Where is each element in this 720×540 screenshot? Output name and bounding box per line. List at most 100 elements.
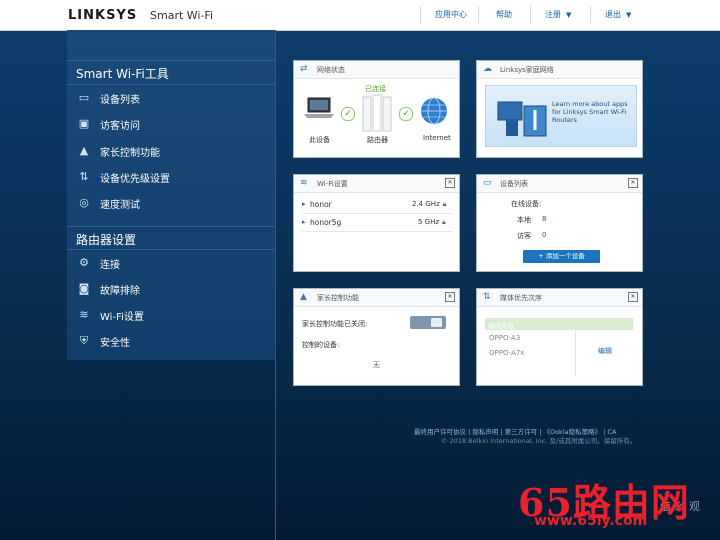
wifi-icon: ≋ bbox=[300, 178, 308, 188]
apps-illustration-icon bbox=[497, 101, 547, 137]
wifi-network-row[interactable]: ▸ honor5g 5 GHz 🔒︎ bbox=[302, 215, 452, 232]
header-divider bbox=[478, 6, 479, 24]
cloud-icon: ☁ bbox=[483, 64, 492, 74]
online-devices-label: 在线设备: bbox=[511, 200, 542, 208]
nav-register-label: 注册 bbox=[545, 10, 561, 19]
sidebar-item-parental-controls[interactable]: ▲ 家长控制功能 bbox=[67, 139, 275, 163]
media-priority-widget[interactable]: ⇅ 媒体优先次序 ✕ 高优先级 OPPO-A3 OPPO-A7x 编辑 bbox=[476, 288, 643, 386]
wifi-settings-widget[interactable]: ≋ Wi-Fi设置 ✕ ▸ honor 2.4 GHz 🔒︎ ▸ honor5g … bbox=[293, 174, 460, 272]
add-device-button[interactable]: + 添加一个设备 bbox=[523, 250, 600, 263]
local-count[interactable]: 8 bbox=[542, 215, 546, 223]
sidebar-item-security[interactable]: ⛨ 安全性 bbox=[67, 329, 275, 353]
no-devices-text: 无 bbox=[373, 361, 380, 369]
check-icon: ✓ bbox=[399, 107, 413, 121]
sidebar-item-label: 家长控制功能 bbox=[100, 148, 160, 159]
connection-icon: ⚙ bbox=[79, 256, 89, 269]
widget-title: Linksys家庭网络 bbox=[500, 66, 554, 74]
sidebar-item-troubleshooting[interactable]: ◙ 故障排除 bbox=[67, 277, 275, 301]
wifi-network-row[interactable]: ▸ honor 2.4 GHz 🔒︎ bbox=[302, 197, 452, 214]
check-icon: ✓ bbox=[341, 107, 355, 121]
close-icon[interactable]: ✕ bbox=[628, 178, 638, 188]
nav-help[interactable]: 帮助 bbox=[496, 9, 512, 20]
sidebar-item-speed-test[interactable]: ◎ 速度测试 bbox=[67, 191, 275, 215]
sidebar-item-label: Wi-Fi设置 bbox=[100, 312, 144, 323]
divider bbox=[67, 60, 275, 61]
parental-controls-widget[interactable]: ▲ 家长控制功能 ✕ 家长控制功能已关闭: 控制的设备: 无 bbox=[293, 288, 460, 386]
priority-icon: ⇅ bbox=[483, 292, 491, 302]
sidebar-item-label: 连接 bbox=[100, 260, 120, 271]
chevron-right-icon: ▸ bbox=[302, 200, 306, 208]
monitor-icon: ▭ bbox=[483, 178, 492, 188]
band-label: 2.4 GHz bbox=[412, 200, 440, 208]
widget-title: 网络状态 bbox=[317, 66, 345, 74]
nav-register[interactable]: 注册 ▼ bbox=[545, 9, 571, 20]
network-status-widget[interactable]: ⇄ 网络状态 ✓ 已连接 ✓ 此设备 路由器 Internet bbox=[293, 60, 460, 158]
watermark-url: www.65ly.com bbox=[534, 513, 648, 529]
globe-icon bbox=[421, 97, 447, 125]
linksys-home-widget[interactable]: ☁ Linksys家庭网络 Learn more about apps for … bbox=[476, 60, 643, 158]
priority-header-bar: 高优先级 bbox=[485, 318, 633, 330]
sidebar-item-device-priority[interactable]: ⇅ 设备优先级设置 bbox=[67, 165, 275, 189]
widget-header: ▭ 设备列表 ✕ bbox=[477, 175, 642, 193]
nav-logout[interactable]: 退出 ▼ bbox=[605, 9, 631, 20]
copyright: © 2018 Belkin International, Inc. 及/或其附属… bbox=[441, 437, 637, 445]
router-label: 路由器 bbox=[367, 136, 388, 144]
wifi-band: 2.4 GHz 🔒︎ bbox=[412, 200, 446, 209]
chevron-down-icon: ▼ bbox=[566, 11, 572, 19]
sidebar-item-connectivity[interactable]: ⚙ 连接 bbox=[67, 251, 275, 275]
guest-count[interactable]: 0 bbox=[542, 231, 546, 239]
sidebar-item-device-list[interactable]: ▭ 设备列表 bbox=[67, 86, 275, 110]
app-name: Smart Wi-Fi bbox=[150, 9, 214, 22]
this-device-label: 此设备 bbox=[309, 136, 330, 144]
speed-icon: ◎ bbox=[79, 196, 89, 209]
nav-app-center[interactable]: 应用中心 bbox=[435, 9, 467, 20]
divider bbox=[67, 249, 275, 250]
divider bbox=[67, 84, 275, 85]
priority-header: 高优先级 bbox=[488, 322, 514, 330]
section-title-tools: Smart Wi-Fi工具 bbox=[76, 67, 169, 81]
list-item: OPPO-A7x bbox=[489, 349, 525, 357]
camera-icon: ◙ bbox=[78, 282, 90, 295]
wifi-network-name: honor5g bbox=[310, 218, 342, 227]
header-divider bbox=[590, 6, 591, 24]
router-icon bbox=[362, 94, 392, 132]
edit-link[interactable]: 编辑 bbox=[598, 346, 612, 356]
sidebar-item-label: 故障排除 bbox=[100, 286, 140, 297]
chevron-down-icon: ▼ bbox=[626, 11, 632, 19]
device-list-widget[interactable]: ▭ 设备列表 ✕ 在线设备: 本地 8 访客 0 + 添加一个设备 bbox=[476, 174, 643, 272]
nav-logout-label: 退出 bbox=[605, 10, 621, 19]
sidebar-item-label: 安全性 bbox=[100, 338, 130, 349]
wifi-network-name: honor bbox=[310, 200, 332, 209]
laptop-icon bbox=[304, 97, 334, 118]
sidebar-item-label: 速度测试 bbox=[100, 200, 140, 211]
divider bbox=[67, 226, 275, 227]
parental-status-label: 家长控制功能已关闭: bbox=[302, 320, 368, 328]
widget-title: 媒体优先次序 bbox=[500, 294, 542, 302]
close-icon[interactable]: ✕ bbox=[445, 178, 455, 188]
header-divider bbox=[530, 6, 531, 24]
widget-header: ▲ 家长控制功能 ✕ bbox=[294, 289, 459, 307]
add-device-label: 添加一个设备 bbox=[545, 252, 585, 260]
close-icon[interactable]: ✕ bbox=[628, 292, 638, 302]
sidebar-item-label: 设备列表 bbox=[100, 95, 140, 106]
close-icon[interactable]: ✕ bbox=[445, 292, 455, 302]
linksys-logo: LINKSYS bbox=[68, 8, 138, 23]
warning-icon: ▲ bbox=[79, 144, 89, 157]
sidebar-item-label: 访客访问 bbox=[100, 121, 140, 132]
shield-icon: ⛨ bbox=[79, 334, 89, 347]
sidebar-item-guest-access[interactable]: ▣ 访客访问 bbox=[67, 112, 275, 136]
promo-banner[interactable]: Learn more about apps for Linksys Smart … bbox=[485, 85, 637, 147]
parental-toggle[interactable] bbox=[410, 316, 446, 329]
wifi-band: 5 GHz 🔒︎ bbox=[418, 218, 446, 227]
widget-header: ⇅ 媒体优先次序 ✕ bbox=[477, 289, 642, 307]
top-header: LINKSYS Smart Wi-Fi 应用中心 帮助 注册 ▼ 退出 ▼ bbox=[0, 0, 720, 31]
section-title-router: 路由器设置 bbox=[76, 233, 137, 247]
sidebar-item-wifi-settings[interactable]: ≋ Wi-Fi设置 bbox=[67, 303, 275, 327]
sidebar-item-label: 设备优先级设置 bbox=[100, 174, 170, 185]
widget-header: ☁ Linksys家庭网络 bbox=[477, 61, 642, 79]
band-label: 5 GHz bbox=[418, 218, 440, 226]
widget-title: Wi-Fi设置 bbox=[317, 180, 348, 188]
sidebar-divider bbox=[275, 30, 276, 540]
internet-label: Internet bbox=[423, 134, 451, 142]
list-item: OPPO-A3 bbox=[489, 334, 521, 342]
